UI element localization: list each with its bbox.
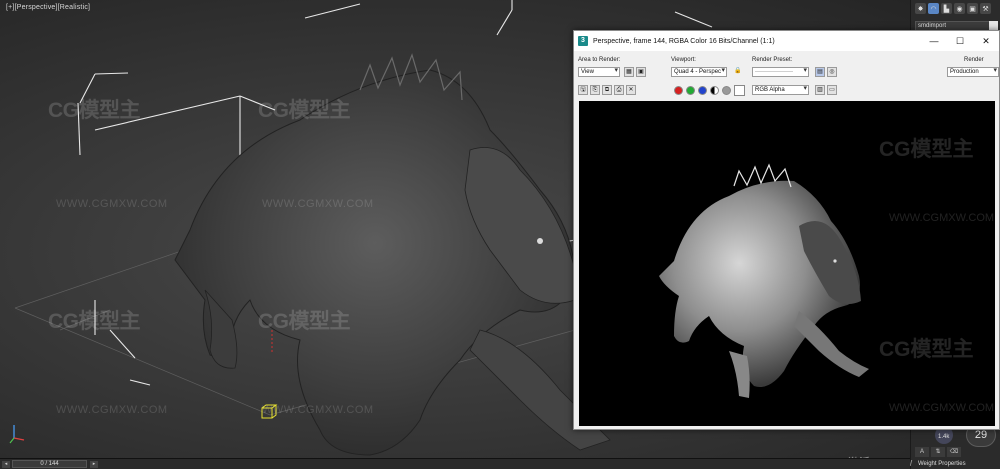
rendered-frame-window: 3 Perspective, frame 144, RGBA Color 16 … — [573, 30, 1000, 430]
alpha-channel-toggle-icon[interactable] — [710, 86, 719, 95]
copy-image-icon[interactable]: ⎘ — [590, 85, 600, 95]
wolf-eye — [537, 238, 543, 244]
modify-tab-icon[interactable]: ◠ — [928, 3, 939, 14]
render-preset-dropdown[interactable]: ------------------- — [752, 67, 809, 77]
render-window-title: Perspective, frame 144, RGBA Color 16 Bi… — [593, 37, 775, 45]
fps-value: 29 — [974, 429, 988, 441]
utilities-tab-icon[interactable]: ⚒ — [980, 3, 991, 14]
watermark-url: WWW.CGMXW.COM — [889, 212, 994, 224]
auto-region-icon[interactable]: ▣ — [636, 67, 646, 77]
environment-icon[interactable]: ◎ — [827, 67, 837, 77]
viewport-menu-shading[interactable]: [Realistic] — [58, 4, 91, 11]
watermark-logo: CG模型主 — [879, 137, 974, 161]
save-image-icon[interactable]: 🖫 — [578, 85, 588, 95]
viewport-dropdown[interactable]: Quad 4 - Perspec — [671, 67, 727, 77]
monochrome-toggle-icon[interactable] — [722, 86, 731, 95]
channel-display-dropdown[interactable]: RGB Alpha — [752, 85, 809, 95]
axis-gizmo — [9, 425, 25, 444]
create-tab-icon[interactable]: ✸ — [915, 3, 926, 14]
blue-channel-toggle-icon[interactable] — [698, 86, 707, 95]
red-channel-toggle-icon[interactable] — [674, 86, 683, 95]
viewport-menu-plus[interactable]: [+] — [6, 4, 15, 11]
render-canvas: CG模型主 CG模型主 WWW.CGMXW.COM WWW.CGMXW.COM — [659, 137, 994, 414]
command-panel-tabs: ✸ ◠ ▙ ◉ ▣ ⚒ — [911, 0, 1000, 17]
max-application: [+][Perspective][Realistic] CG模型主 CG模型主 … — [0, 0, 1000, 469]
weight-tool-buttons: A ⇅ ⌫ — [915, 447, 961, 457]
area-to-render-dropdown[interactable]: View — [578, 67, 620, 77]
render-label: Render — [964, 57, 984, 63]
object-color-swatch[interactable] — [989, 21, 998, 30]
maximize-button[interactable]: ☐ — [947, 31, 973, 51]
timeline-bar: ◂ 0 / 144 ▸ — [0, 458, 910, 469]
rendered-wolf — [659, 163, 869, 398]
clear-icon[interactable]: ✕ — [626, 85, 636, 95]
viewport-menu-perspective[interactable]: [Perspective] — [15, 4, 58, 11]
selected-helper-cube[interactable] — [261, 404, 278, 419]
print-icon[interactable]: ⎙ — [614, 85, 624, 95]
time-slider[interactable]: 0 / 144 — [12, 460, 87, 468]
3dsmax-app-icon: 3 — [578, 36, 588, 46]
viewport-label: Viewport: — [671, 57, 696, 63]
green-channel-toggle-icon[interactable] — [686, 86, 695, 95]
background-color-swatch[interactable] — [734, 85, 745, 96]
hierarchy-tab-icon[interactable]: ▙ — [941, 3, 952, 14]
weight-tool-a-button[interactable]: A — [915, 447, 929, 457]
minimize-button[interactable]: — — [921, 31, 947, 51]
render-window-toolbar: Area to Render: View ▦ ▣ Viewport: Quad … — [574, 51, 999, 101]
rendered-image[interactable]: CG模型主 CG模型主 WWW.CGMXW.COM WWW.CGMXW.COM — [579, 101, 995, 426]
render-mode-dropdown[interactable]: Production — [947, 67, 999, 77]
render-window-titlebar[interactable]: 3 Perspective, frame 144, RGBA Color 16 … — [574, 31, 999, 51]
display-tab-icon[interactable]: ▣ — [967, 3, 978, 14]
viewport-label[interactable]: [+][Perspective][Realistic] — [6, 4, 90, 11]
window-controls: — ☐ ✕ — [921, 31, 999, 51]
close-button[interactable]: ✕ — [973, 31, 999, 51]
motion-tab-icon[interactable]: ◉ — [954, 3, 965, 14]
weight-properties-label[interactable]: Weight Properties — [918, 461, 966, 467]
timeline-next-button[interactable]: ▸ — [90, 461, 98, 468]
edit-region-icon[interactable]: ▦ — [624, 67, 634, 77]
timeline-prev-button[interactable]: ◂ — [2, 461, 10, 468]
weight-tool-c-button[interactable]: ⌫ — [947, 447, 961, 457]
toggle-ui-overlay-icon[interactable]: ▥ — [815, 85, 825, 95]
render-setup-icon[interactable]: ▤ — [815, 67, 825, 77]
watermark-logo: CG模型主 — [879, 337, 974, 361]
weight-tool-b-button[interactable]: ⇅ — [931, 447, 945, 457]
area-to-render-label: Area to Render: — [578, 57, 621, 63]
toggle-ui-icon[interactable]: ▭ — [827, 85, 837, 95]
watermark-url: WWW.CGMXW.COM — [889, 402, 994, 414]
clone-window-icon[interactable]: ⧉ — [602, 85, 612, 95]
stats-line-2: 1.4k — [938, 434, 950, 440]
render-preset-label: Render Preset: — [752, 57, 793, 63]
lock-icon[interactable]: 🔒 — [733, 67, 743, 77]
